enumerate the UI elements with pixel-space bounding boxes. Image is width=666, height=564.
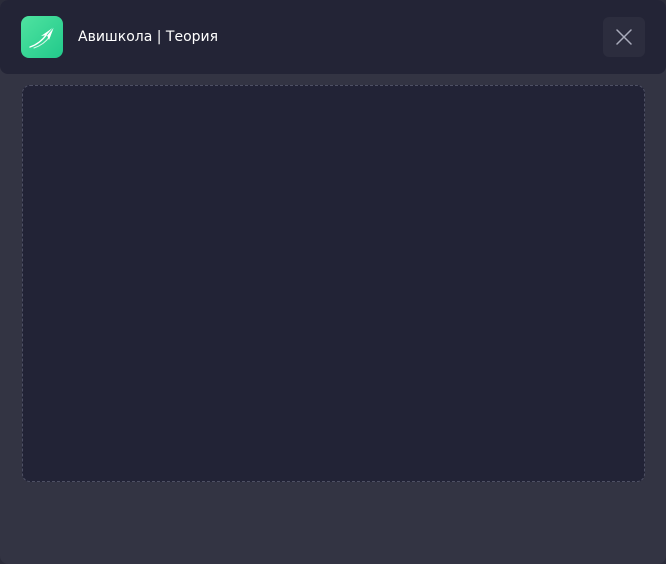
app-logo	[21, 16, 63, 58]
close-button[interactable]	[603, 17, 645, 57]
app-window: Авишкола | Теория	[0, 0, 666, 564]
close-icon	[616, 29, 632, 45]
window-title: Авишкола | Теория	[78, 29, 219, 45]
paper-plane-icon	[29, 26, 55, 49]
title-bar: Авишкола | Теория	[0, 0, 666, 74]
content-panel[interactable]	[22, 85, 645, 482]
